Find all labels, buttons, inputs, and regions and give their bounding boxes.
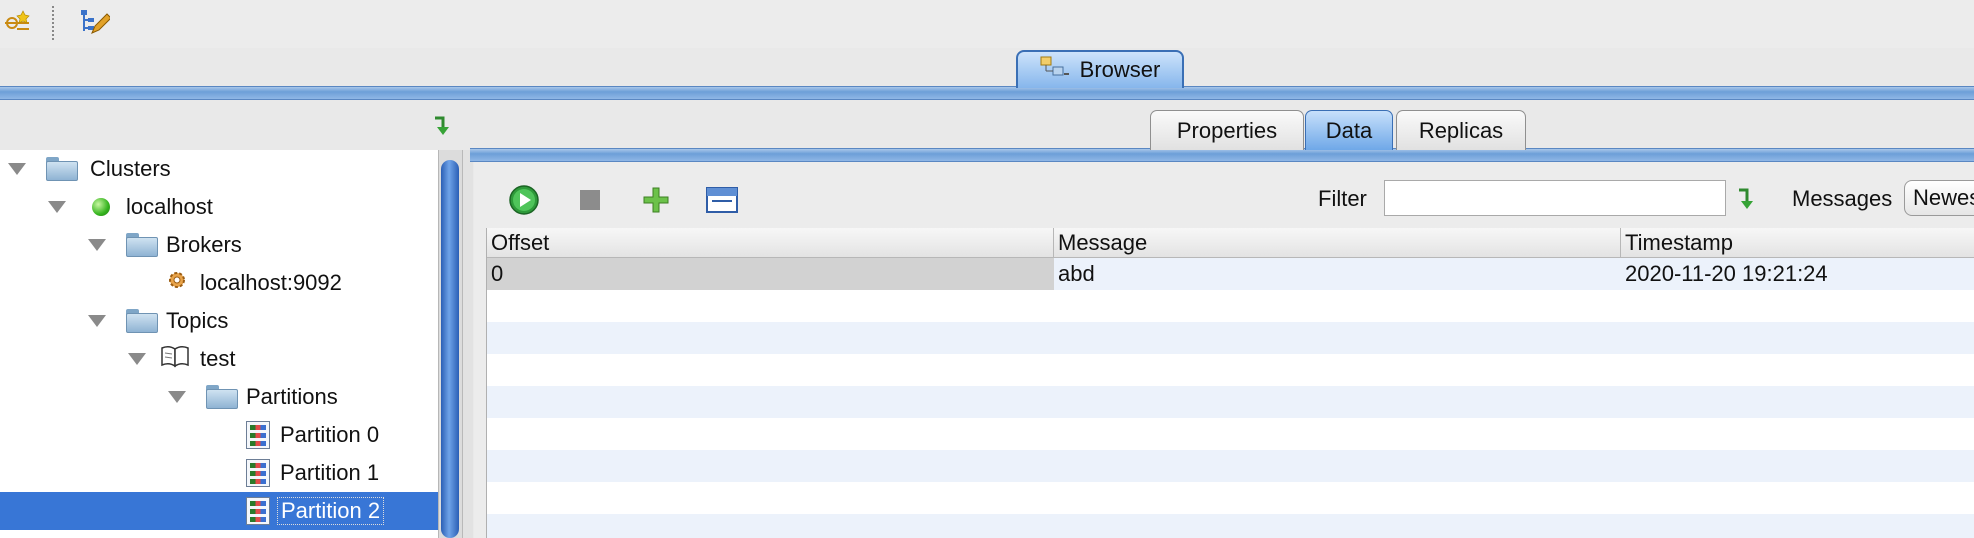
folder-icon xyxy=(126,309,158,333)
green-status-icon xyxy=(92,198,110,216)
detail-tab-strip xyxy=(470,148,1974,162)
column-header-offset[interactable]: Offset xyxy=(487,228,1054,258)
play-icon[interactable] xyxy=(504,182,544,218)
tree-item-partition-1[interactable]: Partition 1 xyxy=(0,454,440,492)
empty-row xyxy=(487,354,1974,386)
tree-item-test[interactable]: test xyxy=(0,340,440,378)
add-cluster-icon[interactable] xyxy=(2,6,34,38)
messages-select-value: Newes xyxy=(1913,185,1974,210)
expand-triangle-icon[interactable] xyxy=(48,201,66,213)
empty-row xyxy=(487,418,1974,450)
table-row[interactable]: 0 abd 2020-11-20 19:21:24 xyxy=(487,258,1974,290)
tree-header xyxy=(0,110,462,150)
broker-gear-icon xyxy=(166,269,188,297)
add-icon[interactable] xyxy=(636,182,676,218)
folder-icon xyxy=(46,157,78,181)
tree-item-brokers[interactable]: Brokers xyxy=(0,226,440,264)
tree-item-label: Partition 2 xyxy=(277,497,385,525)
partition-icon xyxy=(246,497,270,525)
filter-label: Filter xyxy=(1318,186,1367,211)
expand-triangle-icon[interactable] xyxy=(88,239,106,251)
expand-triangle-icon[interactable] xyxy=(168,391,186,403)
tree-item-localhost[interactable]: localhost xyxy=(0,188,440,226)
folder-icon xyxy=(126,233,158,257)
empty-row xyxy=(487,450,1974,482)
tree-item-label: test xyxy=(200,346,236,371)
partition-icon xyxy=(246,421,270,449)
tree-item-partition-2[interactable]: Partition 2 xyxy=(0,492,440,530)
tab-data[interactable]: Data xyxy=(1305,110,1393,150)
empty-row xyxy=(487,290,1974,322)
messages-label: Messages xyxy=(1792,186,1893,211)
tree-item-label: Brokers xyxy=(166,232,242,257)
tree-scrollbar-thumb[interactable] xyxy=(441,160,459,538)
expand-triangle-icon[interactable] xyxy=(128,353,146,365)
tab-properties-label: Properties xyxy=(1176,117,1278,143)
edit-tree-icon[interactable] xyxy=(78,6,110,38)
topic-book-icon xyxy=(160,344,190,374)
empty-row xyxy=(487,482,1974,514)
panel-splitter[interactable] xyxy=(462,150,473,538)
messages-table: Offset Message Timestamp 0 abd 2020-11-2… xyxy=(486,228,1974,538)
toolbar-separator xyxy=(52,6,54,40)
tree-item-broker-localhost-9092[interactable]: localhost:9092 xyxy=(0,264,440,302)
tab-properties[interactable]: Properties xyxy=(1150,110,1304,150)
partition-icon xyxy=(246,459,270,487)
top-toolbar xyxy=(0,0,1974,48)
window-icon[interactable] xyxy=(702,182,742,218)
tab-browser[interactable]: Browser xyxy=(1016,50,1184,88)
empty-row xyxy=(487,386,1974,418)
cell-offset[interactable]: 0 xyxy=(487,258,1054,290)
stop-icon[interactable] xyxy=(570,182,610,218)
tree-item-topics[interactable]: Topics xyxy=(0,302,440,340)
tree-item-label: Clusters xyxy=(90,156,171,181)
cell-timestamp[interactable]: 2020-11-20 19:21:24 xyxy=(1621,258,1974,290)
browser-tree-icon xyxy=(1040,56,1070,84)
empty-row xyxy=(487,514,1974,538)
tree-item-label: Partition 0 xyxy=(280,422,380,447)
tree-item-partitions[interactable]: Partitions xyxy=(0,378,440,416)
tree-item-label: Topics xyxy=(166,308,229,333)
expand-triangle-icon[interactable] xyxy=(88,315,106,327)
column-header-timestamp[interactable]: Timestamp xyxy=(1621,228,1974,258)
column-header-message[interactable]: Message xyxy=(1054,228,1621,258)
browser-tab-strip xyxy=(0,86,1974,100)
tree-item-label: Partitions xyxy=(246,384,338,409)
tab-browser-label: Browser xyxy=(1079,57,1161,82)
tree-item-label: localhost xyxy=(126,194,213,219)
empty-row xyxy=(487,322,1974,354)
tree-item-label: Partition 1 xyxy=(280,460,380,485)
tab-data-label: Data xyxy=(1325,117,1373,143)
folder-icon xyxy=(206,385,238,409)
messages-select[interactable]: Newes xyxy=(1904,180,1974,216)
tab-replicas[interactable]: Replicas xyxy=(1396,110,1526,150)
tree-item-partition-0[interactable]: Partition 0 xyxy=(0,416,440,454)
cell-message[interactable]: abd xyxy=(1054,258,1621,290)
tree-item-clusters[interactable]: Clusters xyxy=(0,150,440,188)
tab-replicas-label: Replicas xyxy=(1418,117,1504,143)
apply-filter-icon[interactable] xyxy=(1736,186,1760,217)
sync-arrow-icon[interactable] xyxy=(432,114,456,143)
expand-triangle-icon[interactable] xyxy=(8,163,26,175)
filter-input[interactable] xyxy=(1384,180,1726,216)
tree-item-label: localhost:9092 xyxy=(200,270,342,295)
